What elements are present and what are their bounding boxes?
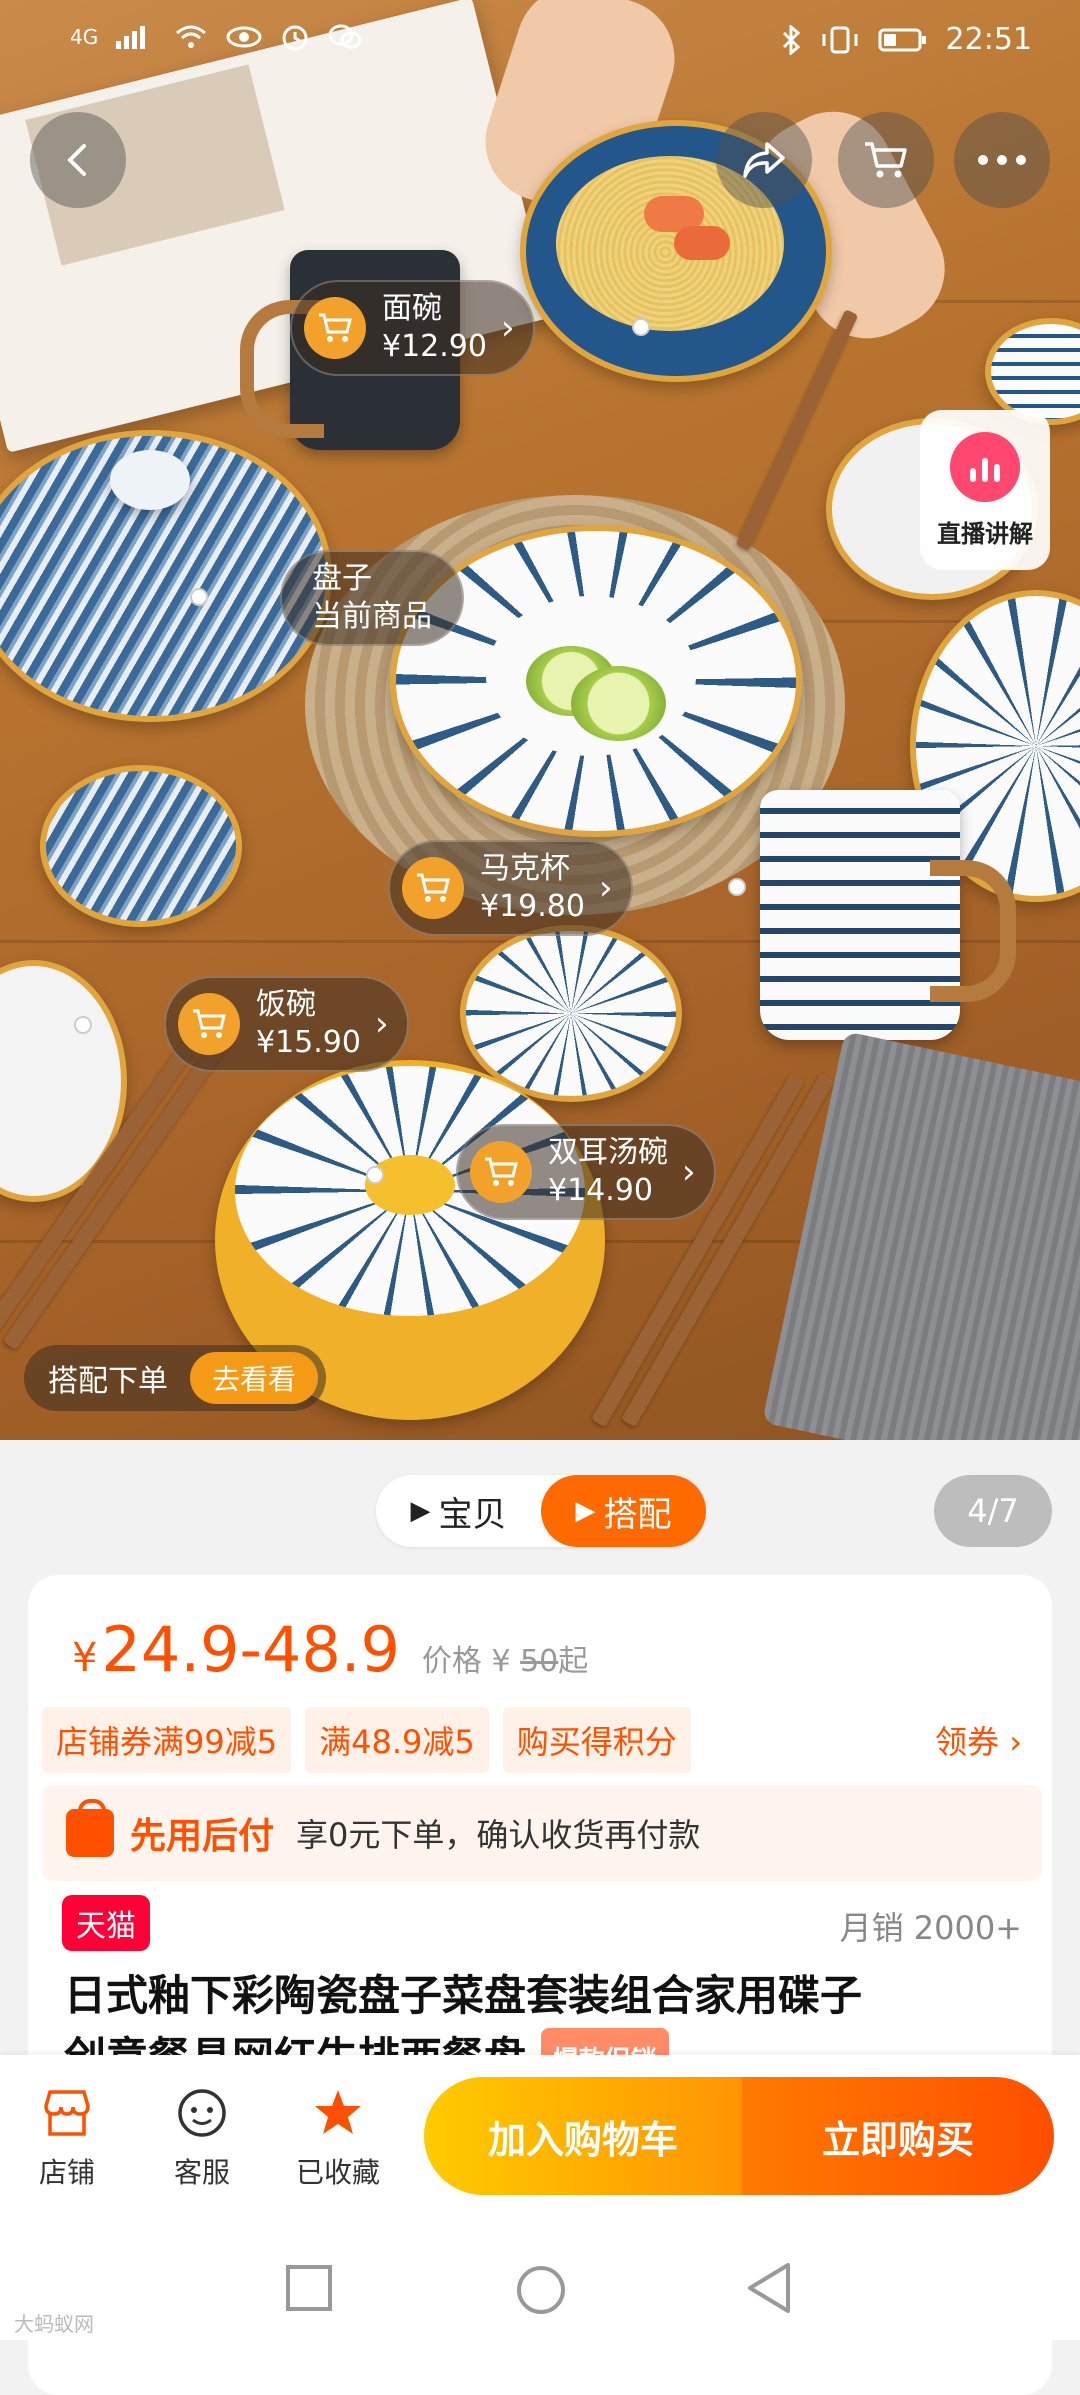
cart-button[interactable]: [838, 112, 934, 208]
coupon-list: 店铺券满99减5 满48.9减5 购买得积分: [42, 1707, 691, 1773]
coupon-discount[interactable]: 满48.9减5: [305, 1707, 489, 1773]
get-coupon-link[interactable]: 领券 ›: [935, 1717, 1022, 1763]
battery-icon: [878, 28, 926, 51]
bowl-right-top: [985, 318, 1080, 425]
gallery-switch: ▶ 宝贝 ▶ 搭配: [376, 1475, 706, 1547]
watermark: 大蚂蚁网: [14, 2312, 94, 2336]
chevron-right-icon: ›: [374, 1004, 389, 1044]
vibrate-icon: [822, 26, 858, 53]
combo-label: 搭配下单: [48, 1364, 168, 1399]
tag-price: ¥14.90: [548, 1173, 653, 1208]
system-nav-bar: [0, 2235, 1080, 2340]
coupon-points[interactable]: 购买得积分: [502, 1707, 691, 1773]
service-icon: [172, 2083, 232, 2143]
hotspot-tag-plate[interactable]: 盘子 当前商品: [280, 550, 464, 646]
eye-icon: [226, 26, 262, 48]
chevron-right-icon: ›: [500, 308, 515, 348]
tmall-badge: 天猫: [62, 1895, 150, 1951]
shopping-bag-icon: [66, 1799, 114, 1857]
live-explain-button[interactable]: 直播讲解: [920, 410, 1050, 570]
star-icon: [308, 2083, 368, 2143]
alarm-icon: [282, 25, 308, 51]
original-price: 价格 ¥ 50起: [421, 1644, 589, 1679]
combo-order-bar[interactable]: 搭配下单 去看看: [24, 1345, 327, 1411]
home-icon[interactable]: [514, 2263, 568, 2317]
currency-symbol: ¥: [72, 1635, 98, 1681]
share-button[interactable]: [716, 112, 812, 208]
small-dish: [40, 765, 242, 927]
hotspot-dot-mug[interactable]: [728, 878, 746, 896]
play-icon: ▶: [575, 1496, 596, 1526]
price-range: 24.9-48.9: [101, 1613, 400, 1686]
shop-label: 店铺: [38, 2156, 95, 2189]
tag-price: ¥19.80: [480, 889, 585, 924]
store-icon: [37, 2083, 97, 2143]
hotspot-tag-mug[interactable]: 马克杯 ¥19.80 ›: [388, 840, 633, 936]
hotspot-tag-noodle-bowl[interactable]: 面碗 ¥12.90 ›: [290, 280, 535, 376]
wifi-icon: [176, 25, 207, 48]
pay-later-title: 先用后付: [130, 1816, 275, 1857]
bottom-action-bar: 店铺 客服 已收藏 加入购物车 立即购买: [0, 2055, 1080, 2235]
tag-name: 双耳汤碗: [548, 1135, 668, 1170]
tab-combo[interactable]: ▶ 搭配: [541, 1475, 706, 1547]
chevron-right-icon: ›: [598, 868, 613, 908]
chevron-right-icon: ›: [1009, 1723, 1022, 1761]
purchase-buttons: 加入购物车 立即购买: [424, 2077, 1054, 2195]
hotspot-dot-rice-bowl[interactable]: [74, 1016, 92, 1034]
product-image[interactable]: [0, 0, 1080, 1440]
favorite-button[interactable]: 已收藏: [283, 2083, 393, 2191]
tag-name: 盘子: [312, 561, 372, 596]
monthly-sales: 月销 2000+: [839, 1909, 1022, 1947]
combo-view-button[interactable]: 去看看: [190, 1352, 319, 1404]
status-bar: 4G 22:51: [0, 0, 1080, 88]
hotspot-dot-soup-bowl[interactable]: [366, 1166, 384, 1184]
shop-button[interactable]: 店铺: [12, 2083, 122, 2191]
back-button[interactable]: [30, 112, 126, 208]
tab-item[interactable]: ▶ 宝贝: [376, 1475, 541, 1547]
network-type: 4G: [70, 25, 99, 49]
chevron-right-icon: ›: [682, 1152, 696, 1192]
tag-price: ¥12.90: [382, 329, 487, 364]
coupon-shop[interactable]: 店铺券满99减5: [42, 1707, 292, 1773]
tag-name: 马克杯: [480, 851, 570, 886]
hotspot-dot-plate[interactable]: [190, 588, 208, 606]
buy-now-button[interactable]: 立即购买: [742, 2077, 1054, 2195]
cart-icon: [178, 993, 240, 1055]
wechat-icon: [328, 24, 362, 49]
hotspot-dot-noodle-bowl[interactable]: [632, 318, 650, 336]
pay-later-banner[interactable]: 先用后付 享0元下单，确认收货再付款: [42, 1785, 1042, 1881]
cart-icon: [402, 857, 464, 919]
cart-icon: [304, 297, 366, 359]
tab-item-label: 宝贝: [438, 1494, 507, 1535]
bluetooth-icon: [782, 24, 800, 55]
clock: 22:51: [945, 22, 1032, 57]
add-to-cart-button[interactable]: 加入购物车: [424, 2077, 742, 2195]
live-label: 直播讲解: [937, 519, 1033, 548]
tag-sub: 当前商品: [312, 599, 432, 634]
share-icon: [743, 142, 785, 178]
image-counter: 4/7: [934, 1475, 1052, 1547]
back-nav-icon[interactable]: [744, 2261, 794, 2315]
cart-icon: [865, 142, 907, 178]
service-label: 客服: [173, 2156, 230, 2189]
more-button[interactable]: [954, 112, 1050, 208]
tag-name: 面碗: [382, 291, 442, 326]
favorited-label: 已收藏: [295, 2156, 380, 2189]
small-bowl-center: [460, 925, 682, 1102]
play-icon: ▶: [410, 1496, 431, 1526]
price-row: ¥24.9-48.9 价格 ¥ 50起: [72, 1613, 588, 1686]
cart-icon: [470, 1141, 532, 1203]
tag-name: 饭碗: [256, 987, 316, 1022]
tab-combo-label: 搭配: [603, 1494, 672, 1535]
chevron-left-icon: [67, 144, 86, 176]
signal-icon: [116, 26, 146, 49]
more-icon: [978, 155, 1026, 165]
pay-later-desc: 享0元下单，确认收货再付款: [296, 1816, 701, 1854]
tag-price: ¥15.90: [256, 1025, 361, 1060]
hotspot-tag-soup-bowl[interactable]: 双耳汤碗 ¥14.90 ›: [456, 1124, 716, 1220]
customer-service-button[interactable]: 客服: [147, 2083, 257, 2191]
live-icon: [950, 431, 1020, 502]
recent-apps-icon[interactable]: [284, 2263, 334, 2313]
hotspot-tag-rice-bowl[interactable]: 饭碗 ¥15.90 ›: [164, 976, 409, 1072]
